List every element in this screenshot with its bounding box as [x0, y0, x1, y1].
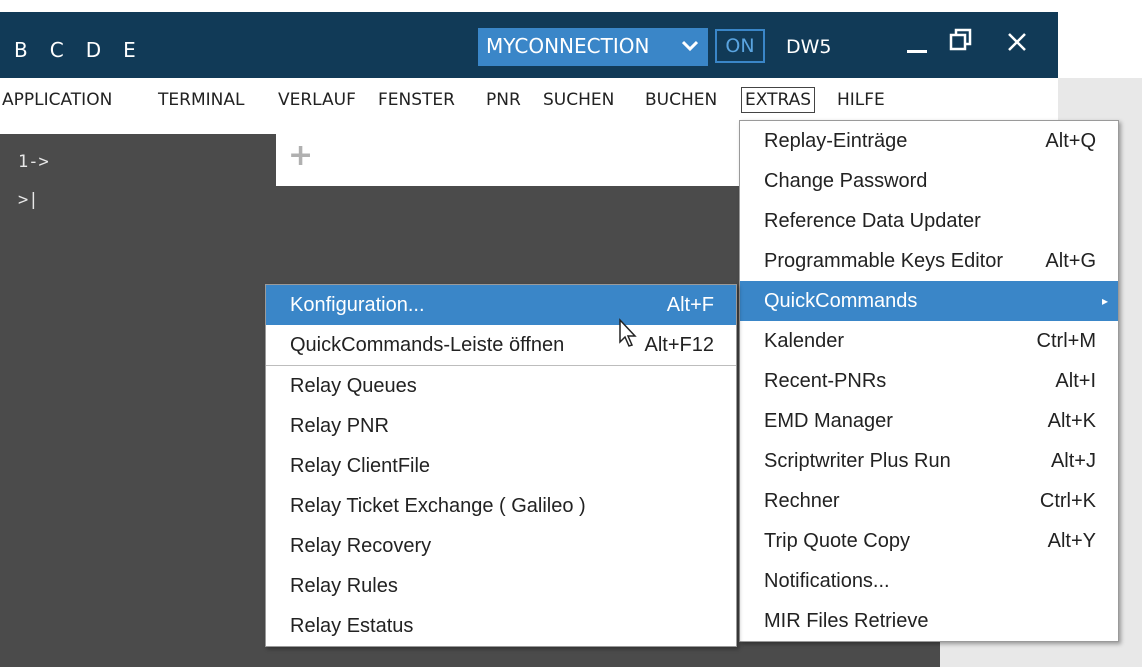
menu-item-recent-pnrs[interactable]: Recent-PNRs Alt+I [740, 361, 1118, 401]
menu-item-label: Relay Ticket Exchange ( Galileo ) [290, 495, 586, 517]
menu-item-mir-files[interactable]: MIR Files Retrieve [740, 601, 1118, 641]
menu-item-label: Change Password [764, 170, 928, 192]
menu-item-relay-queues[interactable]: Relay Queues [266, 366, 736, 406]
menu-item-relay-clientfile[interactable]: Relay ClientFile [266, 446, 736, 486]
title-bar: BCDE MYCONNECTION ON DW5 [0, 12, 1058, 78]
menu-item-label: Relay ClientFile [290, 455, 431, 477]
menu-item-label: Relay Queues [290, 375, 417, 397]
menu-pnr[interactable]: PNR [486, 90, 521, 110]
window-frame [940, 640, 1058, 667]
menu-item-label: QuickCommands-Leiste öffnen [290, 334, 565, 356]
quickcommands-submenu: Konfiguration... Alt+F QuickCommands-Leis… [265, 284, 737, 647]
session-tab-e[interactable]: E [123, 38, 136, 62]
restore-icon[interactable] [948, 26, 974, 63]
menu-item-label: Trip Quote Copy [764, 530, 910, 552]
terminal-prompt: 1-> [18, 152, 49, 172]
menu-application[interactable]: APPLICATION [2, 90, 112, 110]
menu-item-shortcut: Alt+F [666, 294, 714, 316]
menu-item-shortcut: Alt+J [1050, 450, 1096, 472]
menu-item-label: Replay-Einträge [764, 130, 908, 152]
menu-extras[interactable]: EXTRAS [741, 87, 816, 113]
connection-dropdown[interactable]: MYCONNECTION [478, 28, 708, 66]
close-icon[interactable] [1005, 26, 1029, 63]
tab-strip: + [276, 134, 744, 188]
menu-item-shortcut: Alt+I [1055, 370, 1096, 392]
menu-item-shortcut: Alt+F12 [644, 334, 714, 356]
menu-item-rechner[interactable]: Rechner Ctrl+K [740, 481, 1118, 521]
menu-item-label: Konfiguration... [290, 294, 425, 316]
menu-item-qc-leiste[interactable]: QuickCommands-Leiste öffnen Alt+F12 [266, 325, 736, 365]
menu-verlauf[interactable]: VERLAUF [278, 90, 356, 110]
menu-item-relay-ticket-exchange[interactable]: Relay Ticket Exchange ( Galileo ) [266, 486, 736, 526]
desktop-upper [1058, 0, 1142, 78]
session-tab-c[interactable]: C [50, 38, 64, 62]
menu-item-replay[interactable]: Replay-Einträge Alt+Q [740, 121, 1118, 161]
menu-item-label: Relay Recovery [290, 535, 432, 557]
menu-item-shortcut: Alt+G [1045, 250, 1096, 272]
menu-item-label: Relay PNR [290, 415, 389, 437]
menu-item-shortcut: Alt+Q [1045, 130, 1096, 152]
menu-item-quickcommands[interactable]: QuickCommands ▸ [740, 281, 1118, 321]
menu-item-relay-pnr[interactable]: Relay PNR [266, 406, 736, 446]
menu-item-relay-rules[interactable]: Relay Rules [266, 566, 736, 606]
menu-item-shortcut: Alt+Y [1047, 530, 1096, 552]
menu-item-label: Scriptwriter Plus Run [764, 450, 951, 472]
menu-item-label: Notifications... [764, 570, 890, 592]
menu-item-label: QuickCommands [764, 290, 918, 312]
menu-item-label: Relay Estatus [290, 615, 414, 637]
workspace-label: DW5 [786, 36, 832, 58]
menu-item-label: Rechner [764, 490, 840, 512]
menu-item-label: Relay Rules [290, 575, 398, 597]
menu-bar: APPLICATION TERMINAL VERLAUF FENSTER PNR… [0, 78, 1058, 122]
add-tab-icon[interactable]: + [288, 138, 313, 173]
menu-item-scriptwriter[interactable]: Scriptwriter Plus Run Alt+J [740, 441, 1118, 481]
menu-item-notifications[interactable]: Notifications... [740, 561, 1118, 601]
submenu-arrow-icon: ▸ [1101, 294, 1108, 308]
menu-item-shortcut: Alt+K [1047, 410, 1096, 432]
menu-item-emd-manager[interactable]: EMD Manager Alt+K [740, 401, 1118, 441]
menu-item-label: MIR Files Retrieve [764, 610, 929, 632]
menu-item-label: Kalender [764, 330, 845, 352]
menu-item-label: Recent-PNRs [764, 370, 887, 392]
menu-item-label: Programmable Keys Editor [764, 250, 1003, 272]
mouse-pointer-icon [619, 318, 637, 347]
extras-menu: Replay-Einträge Alt+Q Change Password Ref… [739, 120, 1119, 642]
menu-item-konfiguration[interactable]: Konfiguration... Alt+F [266, 285, 736, 325]
menu-item-shortcut: Ctrl+M [1036, 330, 1096, 352]
terminal-pane[interactable]: 1-> >| [0, 134, 276, 667]
menu-item-relay-recovery[interactable]: Relay Recovery [266, 526, 736, 566]
menu-item-reference-data[interactable]: Reference Data Updater [740, 201, 1118, 241]
menu-item-label: Reference Data Updater [764, 210, 981, 232]
minimize-icon[interactable] [905, 26, 931, 63]
connection-name: MYCONNECTION [486, 34, 650, 58]
chevron-down-icon [681, 36, 699, 57]
menu-item-kalender[interactable]: Kalender Ctrl+M [740, 321, 1118, 361]
menu-buchen[interactable]: BUCHEN [645, 90, 717, 110]
session-tabs: BCDE [14, 38, 158, 62]
menu-item-trip-quote[interactable]: Trip Quote Copy Alt+Y [740, 521, 1118, 561]
menu-hilfe[interactable]: HILFE [837, 90, 885, 110]
menu-fenster[interactable]: FENSTER [378, 90, 455, 110]
session-tab-b[interactable]: B [14, 38, 28, 62]
menu-item-change-password[interactable]: Change Password [740, 161, 1118, 201]
connection-toggle[interactable]: ON [715, 29, 765, 63]
menu-item-relay-estatus[interactable]: Relay Estatus [266, 606, 736, 646]
session-tab-d[interactable]: D [86, 38, 101, 62]
menu-item-shortcut: Ctrl+K [1039, 490, 1096, 512]
terminal-cursor: >| [18, 190, 39, 210]
menu-item-label: EMD Manager [764, 410, 893, 432]
menu-item-programmable-keys[interactable]: Programmable Keys Editor Alt+G [740, 241, 1118, 281]
menu-terminal[interactable]: TERMINAL [158, 90, 244, 110]
menu-suchen[interactable]: SUCHEN [543, 90, 614, 110]
